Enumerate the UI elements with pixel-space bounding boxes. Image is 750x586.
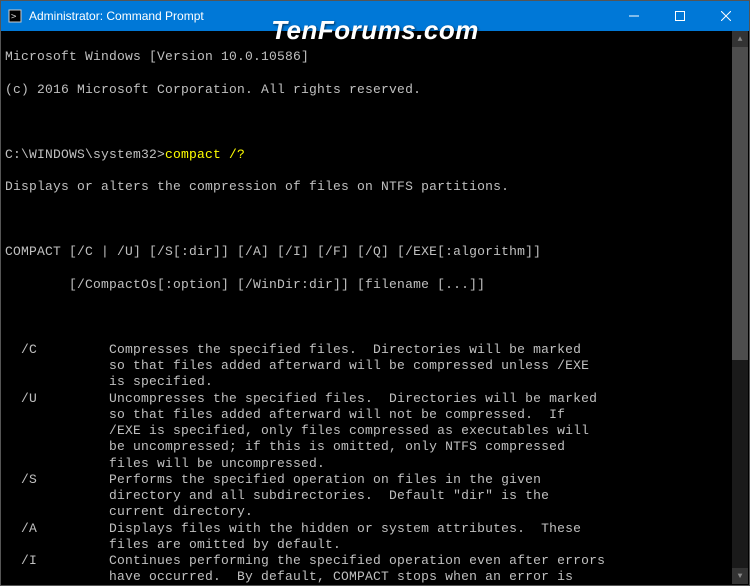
cmd-icon: > [7, 8, 23, 24]
syntax-line: COMPACT [/C | /U] [/S[:dir]] [/A] [/I] [… [5, 244, 745, 260]
option-line: files are omitted by default. [5, 537, 745, 553]
scroll-track[interactable] [732, 47, 748, 568]
maximize-button[interactable] [657, 1, 703, 31]
window-titlebar: > Administrator: Command Prompt [1, 1, 749, 31]
option-line: /A Displays files with the hidden or sys… [5, 521, 745, 537]
close-button[interactable] [703, 1, 749, 31]
option-line: /U Uncompresses the specified files. Dir… [5, 391, 745, 407]
blank-line [5, 114, 745, 130]
option-line: current directory. [5, 504, 745, 520]
option-line: /S Performs the specified operation on f… [5, 472, 745, 488]
terminal-output[interactable]: Microsoft Windows [Version 10.0.10586] (… [1, 31, 749, 585]
option-line: files will be uncompressed. [5, 456, 745, 472]
prompt-line: C:\WINDOWS\system32>compact /? [5, 147, 745, 163]
option-line: is specified. [5, 374, 745, 390]
options-list: /C Compresses the specified files. Direc… [5, 342, 745, 585]
option-line: /EXE is specified, only files compressed… [5, 423, 745, 439]
scroll-up-button[interactable]: ▲ [732, 31, 748, 47]
scroll-thumb[interactable] [732, 47, 748, 360]
option-line: so that files added afterward will not b… [5, 407, 745, 423]
window-controls [611, 1, 749, 31]
copyright-line: (c) 2016 Microsoft Corporation. All righ… [5, 82, 745, 98]
command-text: compact /? [165, 147, 245, 162]
svg-text:>: > [11, 12, 17, 22]
window-title: Administrator: Command Prompt [29, 9, 204, 23]
option-line: so that files added afterward will be co… [5, 358, 745, 374]
description-line: Displays or alters the compression of fi… [5, 179, 745, 195]
os-version-line: Microsoft Windows [Version 10.0.10586] [5, 49, 745, 65]
option-line: /C Compresses the specified files. Direc… [5, 342, 745, 358]
minimize-button[interactable] [611, 1, 657, 31]
option-line: have occurred. By default, COMPACT stops… [5, 569, 745, 585]
syntax-line: [/CompactOs[:option] [/WinDir:dir]] [fil… [5, 277, 745, 293]
option-line: be uncompressed; if this is omitted, onl… [5, 439, 745, 455]
blank-line [5, 309, 745, 325]
option-line: /I Continues performing the specified op… [5, 553, 745, 569]
scroll-down-button[interactable]: ▼ [732, 568, 748, 584]
option-line: directory and all subdirectories. Defaul… [5, 488, 745, 504]
vertical-scrollbar[interactable]: ▲ ▼ [732, 31, 748, 584]
blank-line [5, 212, 745, 228]
prompt-path: C:\WINDOWS\system32> [5, 147, 165, 162]
